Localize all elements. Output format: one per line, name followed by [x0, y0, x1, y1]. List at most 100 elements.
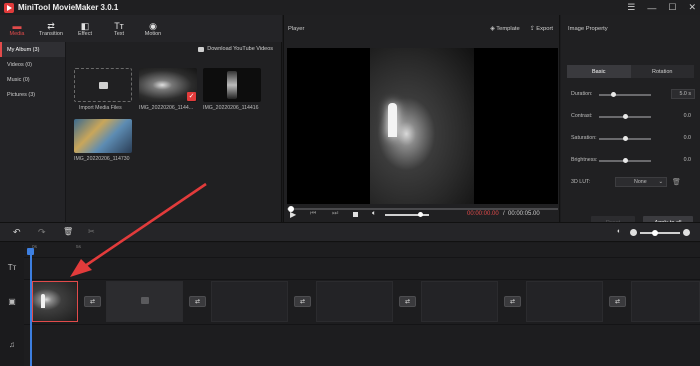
folder-icon [98, 81, 108, 89]
delete-lut-icon[interactable]: 🗑︎ [672, 178, 681, 186]
transition-slot-6[interactable]: ⇄ [609, 296, 626, 307]
download-youtube-link[interactable]: Download YouTube Videos [198, 46, 273, 52]
saturation-slider[interactable] [599, 135, 651, 141]
contrast-knob[interactable] [623, 113, 628, 119]
transition-slot-2[interactable]: ⇄ [189, 296, 206, 307]
volume-icon[interactable]: 🔈︎ [372, 210, 376, 218]
effect-icon: ◧ [80, 20, 90, 31]
time-current: 00:00:00.00 [467, 211, 499, 217]
player-header: Player ◈ Template ⇪ Export [284, 15, 559, 42]
media-item-3-label: IMG_20220206_114730 [74, 156, 130, 162]
saturation-row: Saturation: 0.0 [571, 135, 691, 143]
transition-slot-1[interactable]: ⇄ [84, 296, 101, 307]
category-pictures[interactable]: Pictures (3) [0, 87, 65, 102]
empty-slot-1[interactable] [106, 281, 183, 322]
audio-track-icon: ♫ [9, 340, 15, 349]
close-button[interactable]: ✕ [688, 2, 696, 13]
zoom-out-icon[interactable] [630, 229, 637, 236]
transition-slot-5[interactable]: ⇄ [504, 296, 521, 307]
app-logo-icon [4, 2, 14, 13]
tab-effect[interactable]: ◧ Effect [68, 15, 102, 42]
zoom-knob[interactable] [652, 229, 658, 236]
play-icon[interactable]: ▶ [290, 210, 296, 219]
delete-icon[interactable]: 🗑︎ [63, 227, 73, 236]
tab-text[interactable]: Tт Text [102, 15, 136, 42]
zoom-slider[interactable] [640, 229, 680, 236]
empty-slot-4[interactable] [421, 281, 498, 322]
lut-value: None [634, 179, 647, 185]
empty-slot-3[interactable] [316, 281, 393, 322]
tab-effect-label: Effect [78, 30, 92, 37]
split-icon[interactable]: ✂ [88, 227, 95, 236]
fit-icon[interactable]: ◐ [617, 228, 621, 235]
tab-text-label: Text [113, 30, 125, 37]
stop-icon[interactable] [353, 212, 358, 217]
audio-track[interactable] [24, 324, 700, 366]
media-item-1-label: IMG_20220206_1144... [139, 105, 194, 111]
tab-motion-label: Motion [144, 30, 162, 37]
category-music[interactable]: Music (0) [0, 72, 65, 87]
timeline-ruler[interactable]: 0s 5s [24, 243, 700, 257]
template-label: Template [496, 25, 520, 32]
previous-frame-icon[interactable]: ⏮ [310, 210, 316, 218]
lut-select[interactable]: None ⌄ [615, 177, 667, 187]
tab-transition[interactable]: ⇄ Transition [34, 15, 68, 42]
undo-icon[interactable]: ↶ [13, 227, 21, 238]
duration-knob[interactable] [611, 91, 616, 97]
transition-swap-icon: ⇄ [614, 299, 621, 305]
placeholder-icon [141, 297, 149, 304]
menu-icon[interactable]: ☰ [627, 2, 635, 13]
volume-knob[interactable] [417, 212, 423, 217]
next-frame-icon[interactable]: ⏭ [332, 210, 338, 218]
minimize-button[interactable]: — [647, 3, 656, 13]
duration-row: Duration: 5.0 s [571, 89, 695, 99]
property-tabs: Basic Rotation [567, 65, 694, 78]
media-item-2-label: IMG_20220206_114416 [203, 105, 259, 111]
contrast-label: Contrast: [571, 113, 593, 119]
video-track-icon: ▣ [8, 297, 16, 306]
property-panel: Image Property Basic Rotation Duration: … [561, 15, 700, 230]
maximize-button[interactable]: ☐ [668, 2, 676, 13]
preview-frame [370, 48, 474, 204]
time-separator: / [503, 211, 505, 217]
brightness-knob[interactable] [623, 157, 628, 163]
category-videos[interactable]: Videos (0) [0, 57, 65, 72]
tab-motion[interactable]: ◉ Motion [136, 15, 170, 42]
volume-slider[interactable] [385, 212, 429, 217]
ruler-tick-5: 5s [76, 245, 82, 250]
text-track[interactable] [24, 257, 700, 279]
transition-slot-3[interactable]: ⇄ [294, 296, 311, 307]
property-title: Image Property [568, 25, 608, 32]
media-item-2-preview [227, 71, 237, 99]
redo-icon[interactable]: ↷ [38, 227, 46, 238]
media-item-1[interactable]: ✓ [139, 68, 197, 102]
empty-slot-5[interactable] [526, 281, 603, 322]
tab-rotation[interactable]: Rotation [630, 65, 694, 78]
preview-screen[interactable] [287, 48, 558, 204]
playhead[interactable] [27, 248, 33, 366]
export-button[interactable]: ⇪ Export [530, 26, 553, 32]
duration-slider[interactable] [599, 91, 651, 97]
lut-label: 3D LUT: [571, 179, 591, 185]
category-my-album[interactable]: My Album (3) [0, 42, 65, 57]
tab-basic[interactable]: Basic [567, 65, 631, 78]
timeline-clip[interactable] [32, 281, 78, 322]
transition-slot-4[interactable]: ⇄ [399, 296, 416, 307]
empty-slot-6[interactable] [631, 281, 700, 322]
empty-slot-2[interactable] [211, 281, 288, 322]
media-item-2[interactable] [203, 68, 261, 102]
playback-progress-bar[interactable] [287, 206, 558, 212]
duration-input[interactable]: 5.0 s [671, 89, 695, 99]
zoom-in-icon[interactable] [683, 229, 690, 236]
media-item-3[interactable] [74, 119, 132, 153]
saturation-knob[interactable] [623, 135, 628, 141]
tab-media[interactable]: ▬ Media [0, 15, 34, 42]
clip-window-highlight [41, 294, 45, 308]
import-media-button[interactable] [74, 68, 132, 102]
added-check-icon: ✓ [187, 92, 196, 101]
brightness-slider[interactable] [599, 157, 651, 163]
template-button[interactable]: ◈ Template [490, 26, 520, 32]
time-total: 00:00:05.00 [508, 211, 540, 217]
contrast-slider[interactable] [599, 113, 651, 119]
tab-transition-label: Transition [39, 30, 63, 37]
